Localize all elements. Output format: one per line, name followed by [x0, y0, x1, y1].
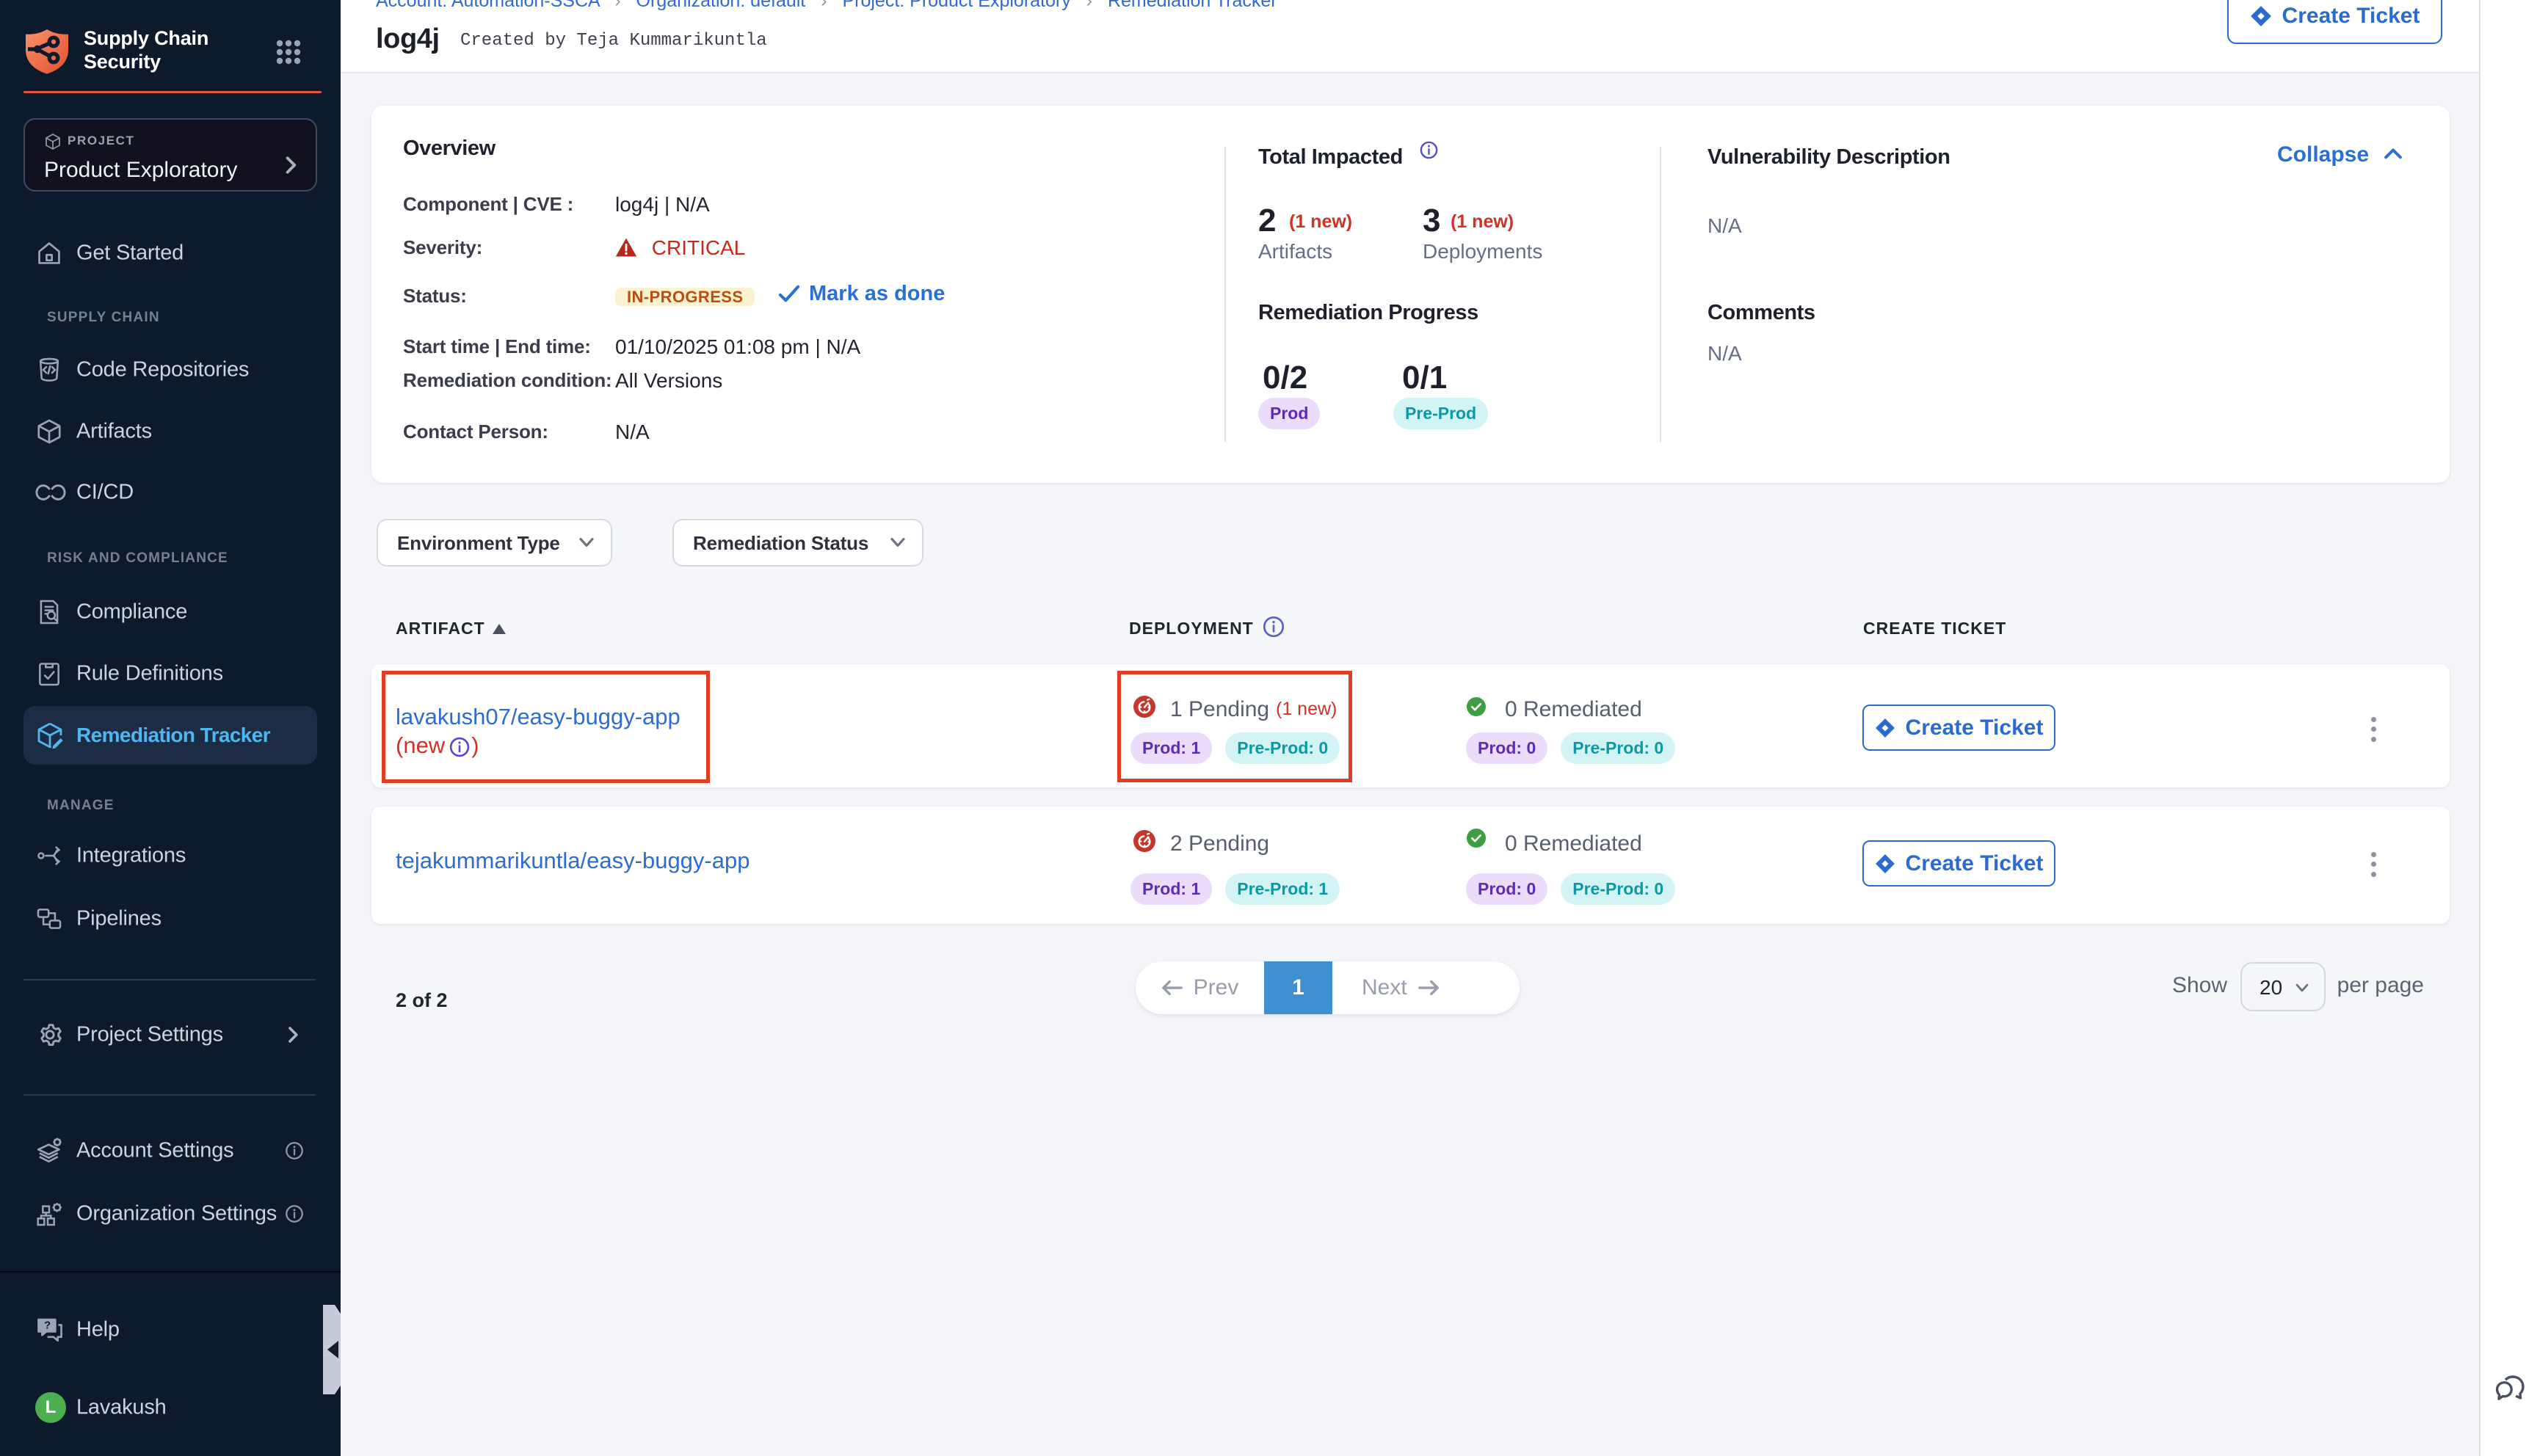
- svg-text:?: ?: [44, 1320, 51, 1332]
